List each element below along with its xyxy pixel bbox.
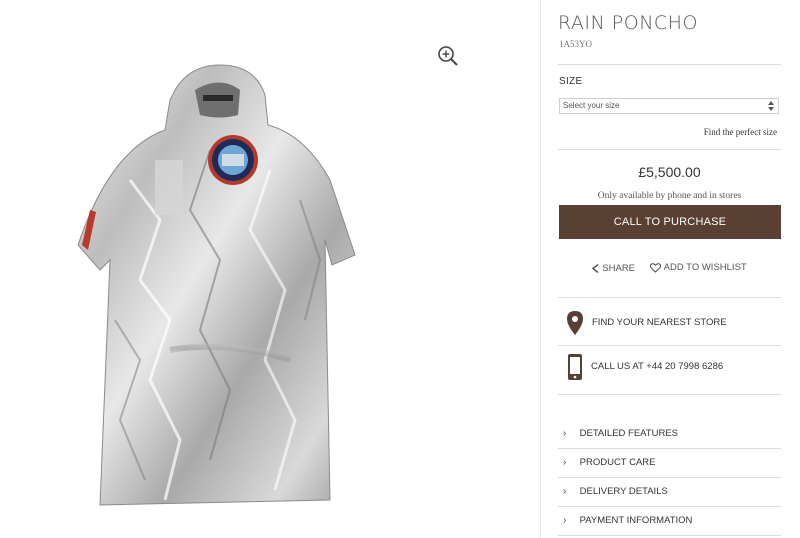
product-price: £5,500.00 [638, 164, 701, 180]
accordion-product-care[interactable]: › PRODUCT CARE [558, 449, 781, 477]
accordion-payment-information[interactable]: › PAYMENT INFORMATION [558, 507, 781, 535]
size-label: SIZE [559, 76, 583, 87]
divider [558, 297, 781, 298]
product-sku: 1A53YO [559, 39, 592, 49]
accordion-label: DELIVERY DETAILS [579, 486, 668, 497]
share-chevron-icon [592, 263, 599, 273]
call-us-label: CALL US AT +44 20 7998 6286 [591, 361, 724, 372]
product-title: RAIN PONCHO [558, 12, 698, 34]
chevron-right-icon: › [563, 515, 567, 526]
zoom-in-icon[interactable] [437, 45, 459, 67]
wishlist-label: ADD TO WISHLIST [663, 262, 747, 273]
select-arrows-icon [768, 101, 774, 111]
add-to-wishlist-button[interactable]: ADD TO WISHLIST [649, 262, 747, 273]
find-store-label: FIND YOUR NEAREST STORE [592, 317, 727, 328]
divider [558, 64, 781, 65]
location-pin-icon [567, 310, 583, 335]
product-image[interactable] [70, 60, 370, 510]
accordion-label: PRODUCT CARE [579, 457, 656, 468]
chevron-right-icon: › [563, 486, 567, 497]
accordion-detailed-features[interactable]: › DETAILED FEATURES [558, 420, 781, 448]
find-store-link[interactable]: FIND YOUR NEAREST STORE [558, 305, 781, 340]
chevron-right-icon: › [563, 457, 567, 468]
chevron-right-icon: › [563, 428, 567, 439]
divider [558, 394, 781, 395]
size-select[interactable]: Select your size [559, 98, 779, 114]
divider [558, 535, 781, 536]
panel-divider [540, 0, 541, 538]
size-select-placeholder: Select your size [563, 101, 620, 110]
call-to-purchase-button[interactable]: CALL TO PURCHASE [559, 205, 781, 239]
accordion-label: DETAILED FEATURES [579, 428, 678, 439]
product-gallery [0, 0, 540, 538]
share-label: SHARE [602, 262, 636, 274]
share-button[interactable]: SHARE [592, 263, 635, 274]
find-size-link[interactable]: Find the perfect size [704, 127, 777, 137]
accordion-delivery-details[interactable]: › DELIVERY DETAILS [558, 478, 781, 506]
accordion-label: PAYMENT INFORMATION [579, 515, 693, 526]
share-wishlist-row: SHARE ADD TO WISHLIST [558, 262, 781, 276]
heart-icon [649, 262, 661, 273]
call-us-link[interactable]: CALL US AT +44 20 7998 6286 [558, 349, 781, 384]
divider [558, 149, 781, 150]
availability-note: Only available by phone and in stores [597, 191, 742, 201]
phone-icon [568, 353, 582, 380]
divider [558, 345, 781, 346]
